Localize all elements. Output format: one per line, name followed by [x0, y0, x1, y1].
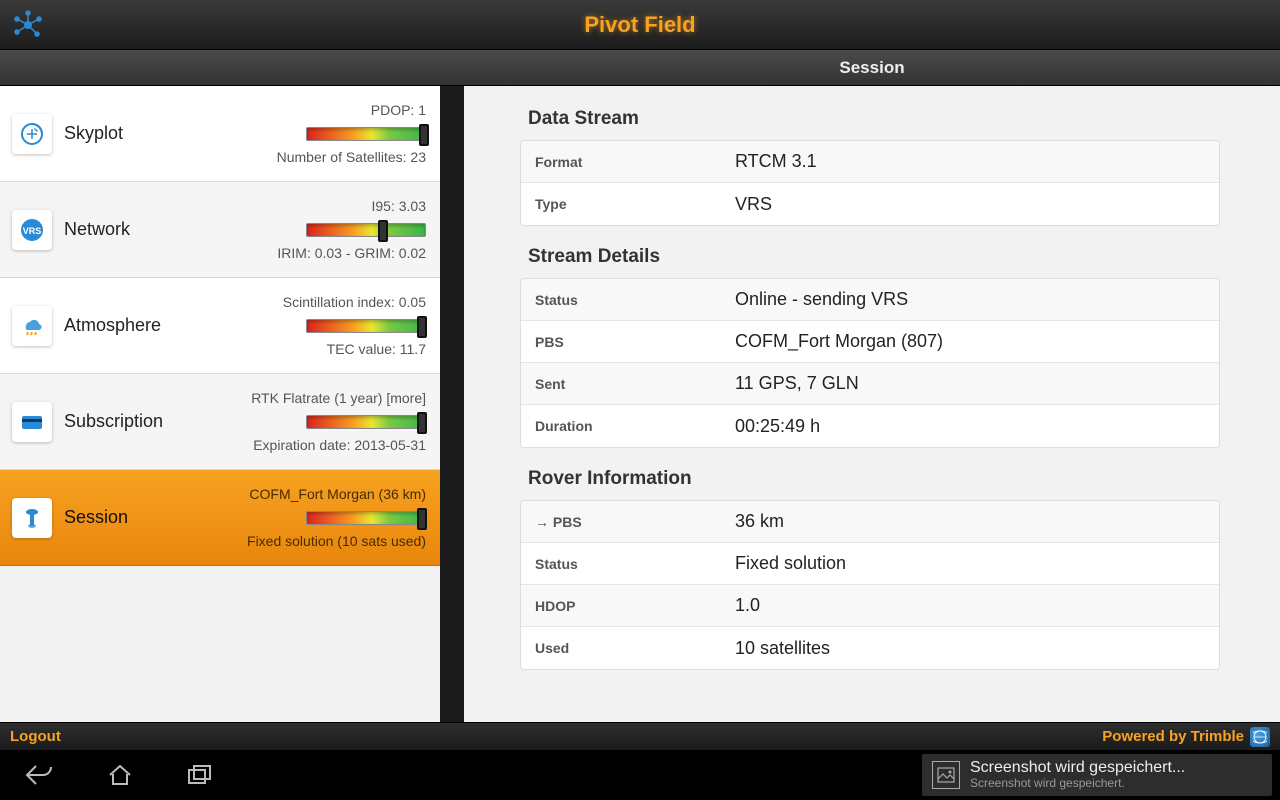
row-value: 00:25:49 h [721, 406, 1219, 447]
table-row: Duration 00:25:49 h [521, 405, 1219, 447]
recents-button[interactable] [160, 750, 240, 800]
svg-text:VRS: VRS [23, 226, 42, 236]
back-button[interactable] [0, 750, 80, 800]
sidebar-item-topline: I95: 3.03 [64, 198, 426, 214]
sidebar-item-label: Skyplot [64, 123, 123, 144]
toast-subtitle: Screenshot wird gespeichert. [970, 777, 1185, 791]
row-key: Duration [521, 408, 721, 444]
table-row: Type VRS [521, 183, 1219, 225]
table-data-stream: Format RTCM 3.1 Type VRS [520, 140, 1220, 226]
row-key: Type [521, 186, 721, 222]
sidebar-item-label: Session [64, 507, 128, 528]
sidebar-item-bottomline: Fixed solution (10 sats used) [64, 533, 426, 549]
subscription-icon [12, 402, 52, 442]
row-value: Online - sending VRS [721, 279, 1219, 320]
sidebar-item-session[interactable]: COFM_Fort Morgan (36 km) Session Fixed s… [0, 470, 440, 566]
network-icon: VRS [12, 210, 52, 250]
app-root: Pivot Field Session PDOP: 1 Skyplot Numb… [0, 0, 1280, 800]
sidebar-item-subscription[interactable]: RTK Flatrate (1 year) [more] Subscriptio… [0, 374, 440, 470]
sidebar-item-topline: COFM_Fort Morgan (36 km) [64, 486, 426, 502]
quality-bar [306, 127, 426, 141]
table-row: Status Online - sending VRS [521, 279, 1219, 321]
table-row: Sent 11 GPS, 7 GLN [521, 363, 1219, 405]
powered-by-label: Powered by Trimble [1102, 728, 1244, 745]
row-value: COFM_Fort Morgan (807) [721, 321, 1219, 362]
sidebar-item-bottomline: Number of Satellites: 23 [64, 149, 426, 165]
sidebar-item-bottomline: IRIM: 0.03 - GRIM: 0.02 [64, 245, 426, 261]
row-key: Format [521, 144, 721, 180]
table-row: PBS COFM_Fort Morgan (807) [521, 321, 1219, 363]
table-row: Status Fixed solution [521, 543, 1219, 585]
sidebar-item-label: Network [64, 219, 130, 240]
page-title: Pivot Field [12, 12, 1268, 38]
row-key: Status [521, 282, 721, 318]
top-header: Pivot Field [0, 0, 1280, 50]
table-row: HDOP 1.0 [521, 585, 1219, 627]
sidebar-item-label: Atmosphere [64, 315, 161, 336]
sidebar-item-topline: RTK Flatrate (1 year) [more] [64, 390, 426, 406]
sidebar-item-topline: PDOP: 1 [64, 102, 426, 118]
home-button[interactable] [80, 750, 160, 800]
logout-button[interactable]: Logout [10, 728, 61, 745]
table-row: Format RTCM 3.1 [521, 141, 1219, 183]
quality-bar [306, 415, 426, 429]
atmosphere-icon [12, 306, 52, 346]
quality-bar [306, 319, 426, 333]
toast-title: Screenshot wird gespeichert... [970, 759, 1185, 777]
sidebar-item-atmosphere[interactable]: Scintillation index: 0.05 Atmosphere TEC… [0, 278, 440, 374]
sidebar-item-bottomline: Expiration date: 2013-05-31 [64, 437, 426, 453]
trimble-globe-icon [1250, 727, 1270, 747]
section-header: Session [0, 50, 1280, 86]
footer-bar: Logout Powered by Trimble [0, 722, 1280, 750]
sidebar-item-label: Subscription [64, 411, 163, 432]
row-value: 1.0 [721, 585, 1219, 626]
section-header-label: Session [464, 58, 1280, 78]
content-area[interactable]: Data Stream Format RTCM 3.1 Type VRS Str… [464, 86, 1280, 722]
section-title-data-stream: Data Stream [528, 108, 1220, 130]
skyplot-icon [12, 114, 52, 154]
row-key: PBS [521, 324, 721, 360]
screenshot-toast[interactable]: Screenshot wird gespeichert... Screensho… [922, 754, 1272, 796]
quality-bar [306, 223, 426, 237]
session-icon [12, 498, 52, 538]
row-value: RTCM 3.1 [721, 141, 1219, 182]
content-gutter [440, 86, 464, 722]
row-value: Fixed solution [721, 543, 1219, 584]
row-key: Used [521, 630, 721, 666]
row-value: 11 GPS, 7 GLN [721, 363, 1219, 404]
sidebar-item-topline: Scintillation index: 0.05 [64, 294, 426, 310]
table-rover-info: → PBS 36 km Status Fixed solution HDOP 1… [520, 500, 1220, 670]
section-title-stream-details: Stream Details [528, 246, 1220, 268]
table-row: → PBS 36 km [521, 501, 1219, 543]
image-icon [932, 761, 960, 789]
row-key: Sent [521, 366, 721, 402]
row-key: HDOP [521, 588, 721, 624]
quality-bar [306, 511, 426, 525]
row-key: Status [521, 546, 721, 582]
row-value: 10 satellites [721, 628, 1219, 669]
row-key: → PBS [521, 504, 721, 540]
sidebar-fill [0, 566, 440, 722]
android-nav-bar: Screenshot wird gespeichert... Screensho… [0, 750, 1280, 800]
row-value: VRS [721, 184, 1219, 225]
row-value: 36 km [721, 501, 1219, 542]
main-row: PDOP: 1 Skyplot Number of Satellites: 23… [0, 86, 1280, 722]
section-title-rover-info: Rover Information [528, 468, 1220, 490]
powered-by[interactable]: Powered by Trimble [1102, 727, 1270, 747]
table-stream-details: Status Online - sending VRS PBS COFM_For… [520, 278, 1220, 448]
sidebar-item-bottomline: TEC value: 11.7 [64, 341, 426, 357]
sidebar-item-skyplot[interactable]: PDOP: 1 Skyplot Number of Satellites: 23 [0, 86, 440, 182]
sidebar: PDOP: 1 Skyplot Number of Satellites: 23… [0, 86, 440, 722]
sidebar-item-network[interactable]: VRS I95: 3.03 Network IRIM: 0.03 - GRIM:… [0, 182, 440, 278]
table-row: Used 10 satellites [521, 627, 1219, 669]
